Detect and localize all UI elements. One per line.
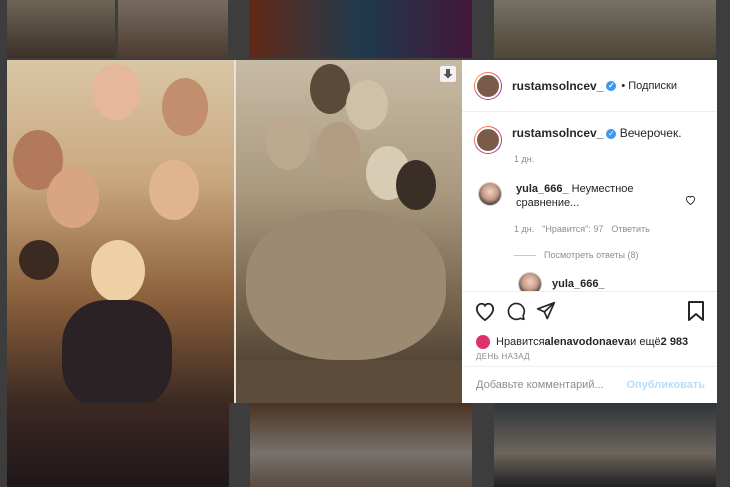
comments-panel[interactable]: rustamsolncev_ ✓ Вечерочек. 1 дн. yula_66…: [462, 112, 717, 291]
post-caption: rustamsolncev_ ✓ Вечерочек.: [474, 126, 682, 154]
commenter-avatar[interactable]: [478, 182, 502, 206]
likes-suffix: и ещё: [630, 336, 661, 348]
likes-count[interactable]: 2 983: [661, 336, 689, 348]
comment-item: yula_666_ Неуместное сравнение...: [478, 182, 676, 210]
post-media[interactable]: [7, 60, 462, 403]
like-heart-icon[interactable]: [474, 301, 496, 326]
post-actions: [462, 291, 717, 332]
following-button[interactable]: Подписки: [628, 80, 677, 92]
share-paper-plane-icon[interactable]: [536, 301, 556, 326]
comment-bubble-icon[interactable]: [506, 301, 526, 326]
verified-badge-icon: ✓: [606, 128, 617, 139]
likes-prefix: Нравится: [496, 336, 545, 348]
likes-line: Нравится alenavodonaeva и ещё 2 983: [462, 332, 717, 352]
caption-avatar[interactable]: [474, 126, 502, 154]
reply-item-partial: yula_666_: [518, 272, 605, 291]
add-comment-input[interactable]: [474, 378, 627, 392]
post-photo-right: [236, 60, 462, 403]
liker-avatar[interactable]: [476, 335, 490, 349]
post-header: rustamsolncev_ ✓ • Подписки: [462, 60, 717, 112]
replies-line: [514, 254, 536, 256]
reply-button[interactable]: Ответить: [611, 224, 649, 234]
post-sidebar: rustamsolncev_ ✓ • Подписки rustamsolncev…: [462, 60, 717, 403]
caption-username[interactable]: rustamsolncev_: [512, 126, 603, 140]
header-separator: •: [621, 79, 626, 92]
post-photo-left: [7, 60, 234, 403]
verified-badge-icon: ✓: [606, 81, 617, 92]
reply-username[interactable]: yula_666_: [552, 278, 605, 290]
post-timestamp[interactable]: ДЕНЬ НАЗАД: [462, 352, 717, 366]
caption-text: Вечерочек.: [619, 126, 682, 140]
reply-avatar[interactable]: [518, 272, 542, 291]
comment-likes-count[interactable]: "Нравится": 97: [542, 224, 603, 234]
author-username[interactable]: rustamsolncev_ ✓: [512, 79, 617, 93]
bookmark-icon[interactable]: [688, 301, 704, 326]
download-icon[interactable]: [440, 66, 456, 82]
comment-meta: 1 дн. "Нравится": 97 Ответить: [514, 224, 650, 234]
caption-timestamp[interactable]: 1 дн.: [514, 154, 534, 164]
post-modal: rustamsolncev_ ✓ • Подписки rustamsolncev…: [7, 60, 717, 403]
add-comment-bar: Опубликовать: [462, 366, 717, 403]
commenter-username[interactable]: yula_666_: [516, 183, 569, 195]
view-replies-button[interactable]: Посмотреть ответы (8): [514, 250, 639, 260]
liker-username[interactable]: alenavodonaeva: [545, 336, 631, 348]
comment-timestamp[interactable]: 1 дн.: [514, 224, 534, 234]
author-avatar[interactable]: [474, 71, 502, 100]
publish-button[interactable]: Опубликовать: [626, 379, 705, 391]
comment-like-heart-icon[interactable]: [685, 192, 696, 210]
